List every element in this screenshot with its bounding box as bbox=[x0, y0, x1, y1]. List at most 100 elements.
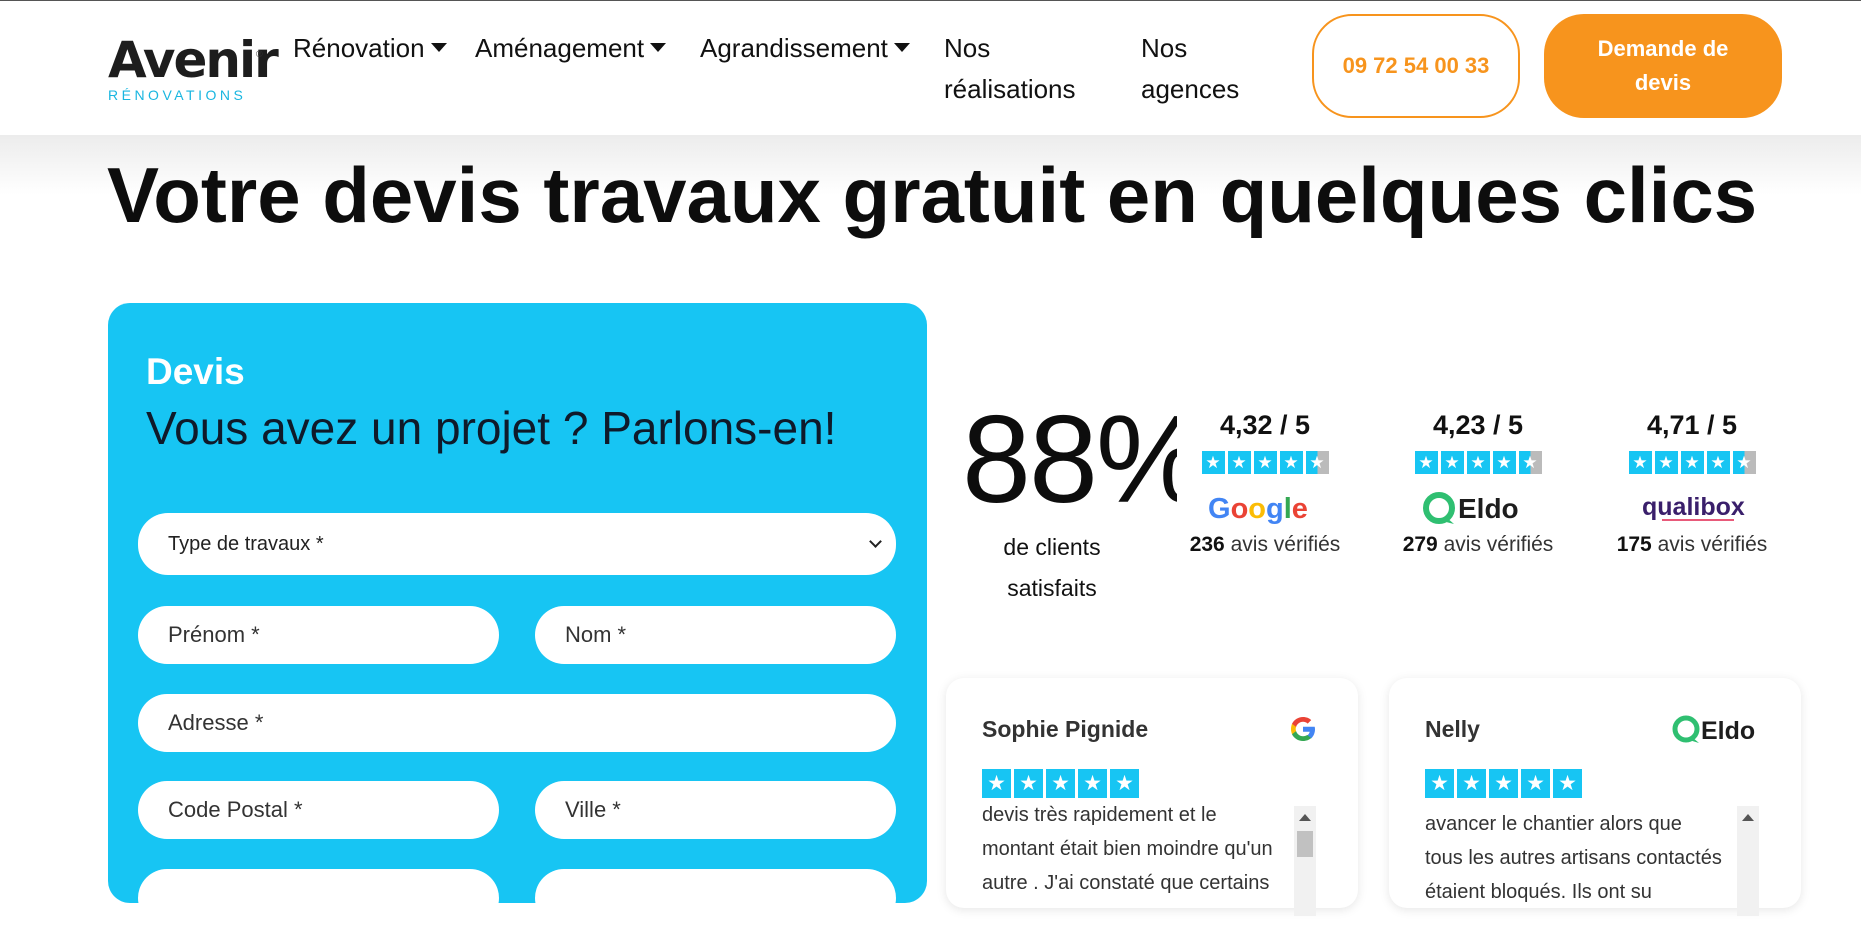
caret-down-icon bbox=[893, 42, 910, 52]
scroll-up-icon[interactable] bbox=[1742, 814, 1754, 821]
reviewer-name: Sophie Pignide bbox=[982, 716, 1149, 742]
star-icon: ★ bbox=[1492, 451, 1516, 474]
rating-stars: ★ ★ ★ ★ ★ bbox=[1368, 451, 1588, 474]
quote-request-button[interactable]: Demande de devis bbox=[1544, 14, 1782, 118]
scroll-up-icon[interactable] bbox=[1299, 814, 1311, 821]
rating-count: 175 avis vérifiés bbox=[1582, 530, 1802, 560]
satisfaction-label-line1: de clients bbox=[1003, 534, 1101, 560]
work-type-select-value: Type de travaux * bbox=[168, 533, 324, 555]
star-icon: ★ bbox=[1440, 451, 1464, 474]
logo-wordmark: Avenir bbox=[108, 31, 279, 89]
star-icon: ★ bbox=[1279, 451, 1303, 474]
svg-text:Google: Google bbox=[1208, 493, 1308, 525]
rating-count-label: avis vérifiés bbox=[1443, 533, 1554, 556]
satisfaction-label: de clients satisfaits bbox=[962, 527, 1142, 609]
satisfaction-percent: 88% bbox=[962, 395, 1177, 525]
star-icon: ★ bbox=[1489, 769, 1518, 798]
nav-realisations-line2: réalisations bbox=[944, 74, 1076, 104]
star-icon: ★ bbox=[1227, 451, 1251, 474]
nav-renovation-label: Rénovation bbox=[293, 33, 425, 63]
star-icon: ★ bbox=[1628, 451, 1652, 474]
review-scrollbar[interactable] bbox=[1737, 806, 1759, 916]
rating-count-number: 279 bbox=[1402, 533, 1438, 556]
postal-code-field[interactable]: Code Postal * bbox=[138, 781, 499, 839]
nav-agrandissement-label: Agrandissement bbox=[700, 33, 888, 63]
star-icon: ★ bbox=[1014, 769, 1043, 798]
rating-score: 4,71 / 5 bbox=[1646, 410, 1738, 440]
caret-down-icon bbox=[430, 42, 447, 52]
address-field[interactable]: Adresse * bbox=[138, 694, 896, 752]
star-icon: ★ bbox=[1078, 769, 1107, 798]
rating-count-number: 236 bbox=[1189, 533, 1225, 556]
nav-amenagement[interactable]: Aménagement bbox=[475, 28, 667, 69]
svg-text:qualibox: qualibox bbox=[1642, 493, 1745, 521]
rating-eldo: 4,23 / 5 ★ ★ ★ ★ ★ Eldo 279 avis vérifié… bbox=[1368, 405, 1588, 560]
nav-agrandissement[interactable]: Agrandissement bbox=[700, 28, 910, 69]
nav-agences[interactable]: Nos agences bbox=[1141, 28, 1239, 110]
rating-score: 4,32 / 5 bbox=[1219, 410, 1311, 440]
star-icon: ★ bbox=[1253, 451, 1277, 474]
nav-realisations[interactable]: Nos réalisations bbox=[944, 28, 1076, 110]
rating-google: 4,32 / 5 ★ ★ ★ ★ ★ Google 236 avis vérif… bbox=[1155, 405, 1375, 560]
form-eyebrow: Devis bbox=[146, 351, 245, 392]
caret-down-icon bbox=[650, 42, 667, 52]
rating-count-number: 175 bbox=[1616, 533, 1652, 556]
star-icon: ★ bbox=[1553, 769, 1582, 798]
work-type-select[interactable]: Type de travaux * bbox=[138, 513, 896, 575]
rating-score: 4,23 / 5 bbox=[1432, 410, 1524, 440]
rating-count: 279 avis vérifiés bbox=[1368, 530, 1588, 560]
eldo-logo: Eldo bbox=[1368, 486, 1588, 530]
rating-count-label: avis vérifiés bbox=[1230, 533, 1341, 556]
star-icon: ★ bbox=[1414, 451, 1438, 474]
city-field[interactable]: Ville * bbox=[535, 781, 896, 839]
qualibox-logo: qualibox bbox=[1582, 486, 1802, 530]
eldo-logo: Eldo bbox=[1672, 715, 1755, 745]
review-card: Nelly Eldo ★ ★ ★ ★ ★ avancer le chantier… bbox=[1389, 678, 1801, 916]
firstname-field[interactable]: Prénom * bbox=[138, 606, 499, 664]
google-logo: Google bbox=[1155, 486, 1375, 530]
nav-agences-line2: agences bbox=[1141, 74, 1240, 104]
review-stars: ★ ★ ★ ★ ★ bbox=[1425, 769, 1582, 798]
review-text: devis très rapidement et le montant étai… bbox=[982, 804, 1273, 894]
rating-qualibox: 4,71 / 5 ★ ★ ★ ★ ★ qualibox 175 avis vér… bbox=[1582, 405, 1802, 560]
review-scrollbar[interactable] bbox=[1294, 806, 1316, 916]
nav-amenagement-label: Aménagement bbox=[475, 33, 645, 63]
star-icon: ★ bbox=[1680, 451, 1704, 474]
lastname-field[interactable]: Nom * bbox=[535, 606, 896, 664]
satisfaction-label-line2: satisfaits bbox=[1007, 575, 1097, 601]
star-icon: ★ bbox=[1457, 769, 1486, 798]
next-field-right[interactable] bbox=[535, 869, 896, 927]
star-half-icon: ★ bbox=[1518, 451, 1542, 474]
svg-text:Eldo: Eldo bbox=[1458, 493, 1519, 524]
chevron-down-icon bbox=[869, 535, 882, 548]
site-header: Avenir ® RÉNOVATIONS Rénovation Aménagem… bbox=[0, 1, 1861, 135]
star-icon: ★ bbox=[1046, 769, 1075, 798]
nav-realisations-line1: Nos bbox=[944, 33, 991, 63]
nav-renovation[interactable]: Rénovation bbox=[293, 28, 447, 69]
page-title: Votre devis travaux gratuit en quelques … bbox=[107, 151, 1758, 239]
star-half-icon: ★ bbox=[1305, 451, 1329, 474]
reviewer-name: Nelly bbox=[1425, 716, 1480, 742]
rating-count: 236 avis vérifiés bbox=[1155, 530, 1375, 560]
star-icon: ★ bbox=[1706, 451, 1730, 474]
scroll-thumb[interactable] bbox=[1297, 831, 1313, 857]
rating-count-label: avis vérifiés bbox=[1657, 533, 1768, 556]
form-title: Vous avez un projet ? Parlons-en! bbox=[146, 402, 837, 454]
quote-form-card: Devis Vous avez un projet ? Parlons-en! … bbox=[108, 303, 927, 927]
phone-button[interactable]: 09 72 54 00 33 bbox=[1312, 14, 1520, 118]
star-icon: ★ bbox=[1466, 451, 1490, 474]
star-icon: ★ bbox=[982, 769, 1011, 798]
avenir-logo[interactable]: Avenir ® RÉNOVATIONS bbox=[108, 31, 279, 105]
logo-registered-mark: ® bbox=[256, 49, 263, 59]
review-stars: ★ ★ ★ ★ ★ bbox=[982, 769, 1139, 798]
star-icon: ★ bbox=[1110, 769, 1139, 798]
review-card: Sophie Pignide ★ ★ ★ ★ ★ devis très rapi… bbox=[946, 678, 1358, 916]
next-field-left[interactable] bbox=[138, 869, 499, 927]
star-icon: ★ bbox=[1521, 769, 1550, 798]
star-icon: ★ bbox=[1425, 769, 1454, 798]
svg-text:Eldo: Eldo bbox=[1701, 717, 1755, 745]
star-half-icon: ★ bbox=[1732, 451, 1756, 474]
rating-stars: ★ ★ ★ ★ ★ bbox=[1155, 451, 1375, 474]
rating-stars: ★ ★ ★ ★ ★ bbox=[1582, 451, 1802, 474]
star-icon: ★ bbox=[1201, 451, 1225, 474]
